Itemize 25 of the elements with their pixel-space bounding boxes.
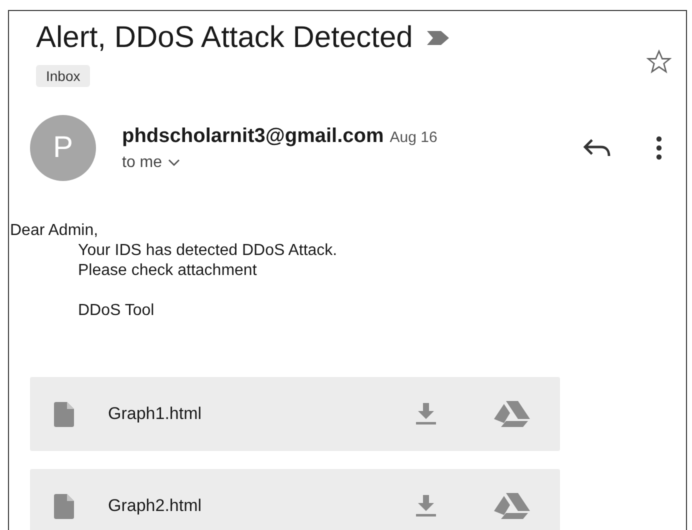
attachment-card[interactable]: Graph2.html xyxy=(30,469,560,530)
sender-address: phdscholarnit3@gmail.com xyxy=(122,124,384,146)
important-marker-icon xyxy=(426,31,449,45)
label-chip: Inbox xyxy=(36,65,90,87)
email-subject: Alert, DDoS Attack Detected xyxy=(36,21,413,55)
file-icon xyxy=(54,494,74,518)
greeting-text: Dear Admin, xyxy=(10,221,100,241)
chevron-down-icon xyxy=(168,158,180,166)
recipient-toggle[interactable]: to me xyxy=(122,154,582,172)
signature-text: DDoS Tool xyxy=(78,301,156,321)
drive-icon[interactable] xyxy=(494,401,530,427)
star-icon[interactable] xyxy=(646,49,672,75)
sender-avatar: P xyxy=(30,115,96,181)
drive-icon[interactable] xyxy=(494,493,530,519)
file-icon xyxy=(54,402,74,426)
email-date: Aug 16 xyxy=(390,128,438,146)
attachment-name: Graph2.html xyxy=(108,496,203,516)
attachment-card[interactable]: Graph1.html xyxy=(30,377,560,451)
attachment-name: Graph1.html xyxy=(108,404,203,424)
body-line: Please check attachment xyxy=(78,261,258,281)
reply-icon[interactable] xyxy=(582,137,612,159)
body-line: Your IDS has detected DDoS Attack. xyxy=(78,241,338,261)
download-icon[interactable] xyxy=(416,403,436,425)
more-menu-icon[interactable] xyxy=(656,136,662,160)
download-icon[interactable] xyxy=(416,495,436,517)
